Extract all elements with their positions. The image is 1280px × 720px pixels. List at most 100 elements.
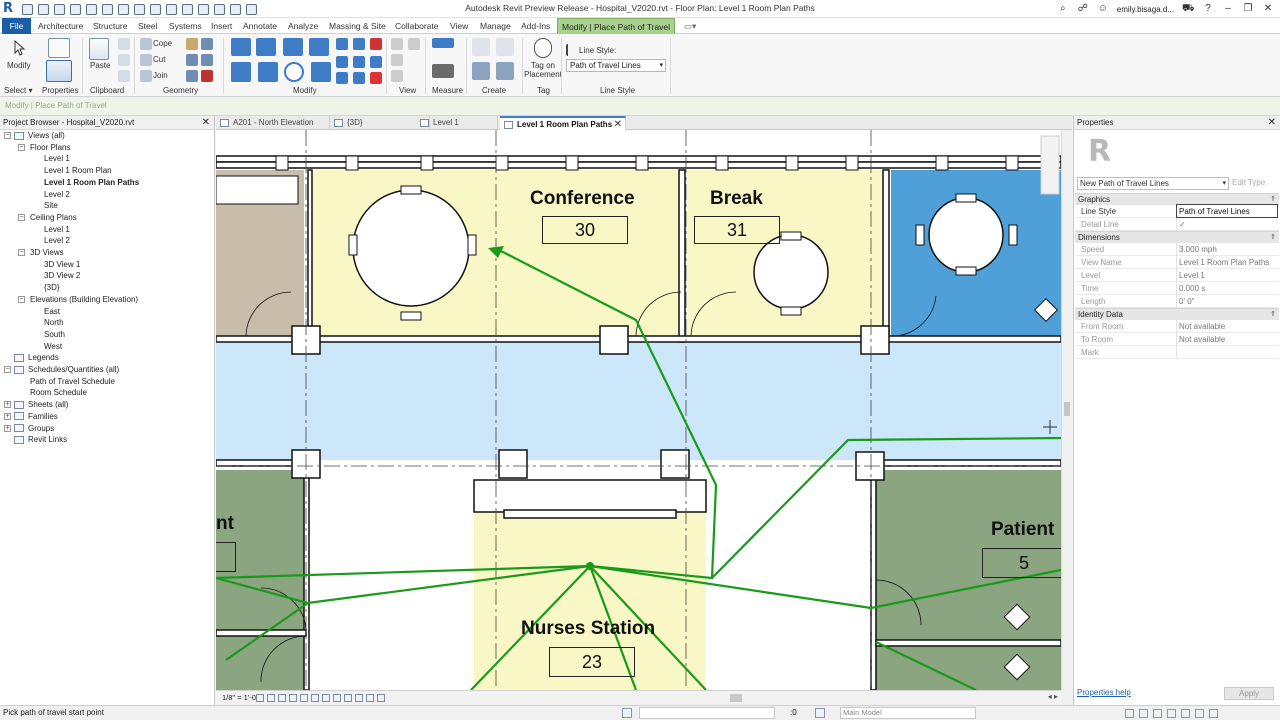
visual-style-icon[interactable] [267, 694, 275, 702]
tab-steel[interactable]: Steel [134, 18, 161, 34]
hide-icon[interactable] [391, 38, 403, 50]
remove-paint-icon[interactable] [186, 70, 198, 82]
crop-view-icon[interactable] [300, 694, 308, 702]
create-group-icon[interactable] [472, 62, 490, 80]
detail-level-icon[interactable] [256, 694, 264, 702]
view-tab-north-elevation[interactable]: A201 - North Elevation [216, 116, 330, 130]
match-properties-icon[interactable] [118, 70, 130, 82]
collapse-toggle-icon[interactable]: − [18, 143, 25, 151]
reveal-hidden-icon[interactable] [344, 694, 352, 702]
browser-item[interactable]: Revit Links [28, 434, 67, 445]
create-similar-icon[interactable] [496, 62, 514, 80]
expand-toggle-icon[interactable]: + [4, 412, 11, 420]
view-tab-level-1-room-plan-paths[interactable]: Level 1 Room Plan Paths ✕ [500, 116, 626, 130]
edit-type-button[interactable]: Edit Type [1232, 178, 1265, 187]
search-icon[interactable]: ⌕ [1057, 3, 1069, 15]
split-icon[interactable] [336, 38, 348, 50]
view-tab-3d[interactable]: {3D} [330, 116, 430, 130]
browser-item[interactable]: Views (all) [28, 130, 65, 141]
tag-on-placement-icon[interactable] [534, 38, 552, 58]
tab-massing-site[interactable]: Massing & Site [325, 18, 390, 34]
tab-structure[interactable]: Structure [89, 18, 132, 34]
tab-modify-place-path[interactable]: Modify | Place Path of Travel [557, 18, 676, 34]
mirror-axis-icon[interactable] [283, 38, 303, 56]
prop-value[interactable]: Path of Travel Lines [1176, 204, 1278, 218]
tab-insert[interactable]: Insert [207, 18, 236, 34]
browser-item[interactable]: Level 2 [44, 235, 70, 246]
background-processes-icon[interactable] [1209, 709, 1218, 718]
cart-icon[interactable]: ⛟ [1182, 3, 1195, 15]
split-gap-icon[interactable] [353, 38, 365, 50]
select-underlay-icon[interactable] [1139, 709, 1148, 718]
expand-toggle-icon[interactable]: + [4, 424, 11, 432]
filter-icon[interactable] [1195, 709, 1204, 718]
shadows-icon[interactable] [289, 694, 297, 702]
tag-on-placement-button[interactable]: Tag on Placement [524, 61, 562, 79]
minimize-icon[interactable]: – [1222, 3, 1234, 15]
paste-button[interactable]: Paste [90, 61, 110, 70]
move-icon[interactable] [231, 62, 251, 82]
workset-select[interactable] [639, 707, 775, 719]
lock-3d-icon[interactable] [322, 694, 330, 702]
override-graphics-icon[interactable] [391, 54, 403, 66]
collapse-toggle-icon[interactable]: − [18, 249, 25, 256]
browser-item[interactable]: Legends [28, 352, 59, 363]
align-icon[interactable] [231, 38, 251, 56]
isolate-icon[interactable] [408, 38, 420, 50]
worksets-icon[interactable] [622, 708, 632, 718]
close-icon[interactable]: ✕ [1268, 116, 1276, 130]
expand-toggle-icon[interactable]: + [4, 401, 11, 409]
binoculars-icon[interactable]: ☍ [1077, 3, 1089, 15]
properties-help-link[interactable]: Properties help [1077, 688, 1131, 697]
linework-icon[interactable] [391, 70, 403, 82]
browser-item[interactable]: Level 2 [44, 189, 70, 200]
browser-item[interactable]: Families [28, 411, 58, 422]
cut-button[interactable]: Cut [153, 55, 165, 64]
browser-item[interactable]: Elevations (Building Elevation) [30, 294, 138, 305]
tab-add-ins[interactable]: Add-Ins [517, 18, 554, 34]
apply-button[interactable]: Apply [1224, 687, 1274, 700]
tab-systems[interactable]: Systems [165, 18, 206, 34]
close-icon[interactable]: ✕ [1262, 3, 1274, 15]
model-select[interactable]: Main Model [840, 707, 976, 719]
create-parts-icon[interactable] [496, 38, 514, 56]
sun-path-icon[interactable] [278, 694, 286, 702]
split-face-icon[interactable] [201, 38, 213, 50]
cut-geometry-icon[interactable] [140, 54, 152, 66]
tab-view[interactable]: View [446, 18, 472, 34]
trim-extend-icon[interactable] [336, 72, 348, 84]
browser-item[interactable]: Level 1 Room Plan [44, 165, 112, 176]
demolish-icon[interactable] [201, 54, 213, 66]
paint-icon[interactable] [186, 54, 198, 66]
temp-hide-icon[interactable] [333, 694, 341, 702]
join-button[interactable]: Join [153, 71, 168, 80]
tab-collaborate[interactable]: Collaborate [391, 18, 442, 34]
design-options-icon[interactable] [815, 708, 825, 718]
browser-item[interactable]: Schedules/Quantities (all) [28, 364, 119, 375]
cut-clipboard-icon[interactable] [118, 38, 130, 50]
create-assembly-icon[interactable] [472, 38, 490, 56]
browser-item[interactable]: 3D View 2 [44, 270, 80, 281]
tab-overflow-icon[interactable]: ▭▾ [680, 18, 700, 34]
drag-elements-icon[interactable] [1181, 709, 1190, 718]
mark-field[interactable] [1176, 346, 1278, 359]
tab-manage[interactable]: Manage [476, 18, 515, 34]
close-icon[interactable]: ✕ [202, 116, 210, 130]
collapse-toggle-icon[interactable]: − [4, 366, 11, 373]
browser-item[interactable]: 3D View 1 [44, 259, 80, 270]
view-scale[interactable]: 1/8" = 1'-0" [222, 693, 259, 702]
section-identity-data[interactable]: Identity Data ⇑ [1075, 308, 1279, 320]
section-dimensions[interactable]: Dimensions ⇑ [1075, 231, 1279, 243]
copy-icon[interactable] [258, 62, 278, 82]
cursor-icon[interactable] [12, 39, 26, 56]
select-by-face-icon[interactable] [1167, 709, 1176, 718]
join-icon[interactable] [140, 70, 152, 82]
scroll-arrows-icon[interactable]: ◂ ▸ [1048, 692, 1058, 701]
browser-item[interactable]: 3D Views [30, 247, 64, 258]
select-links-icon[interactable] [1125, 709, 1134, 718]
pin-icon[interactable] [370, 56, 382, 68]
rotate-icon[interactable] [284, 62, 304, 82]
aligned-dimension-icon[interactable] [432, 64, 454, 78]
wall-joins-icon[interactable] [186, 38, 198, 50]
constraints-icon[interactable] [377, 694, 385, 702]
